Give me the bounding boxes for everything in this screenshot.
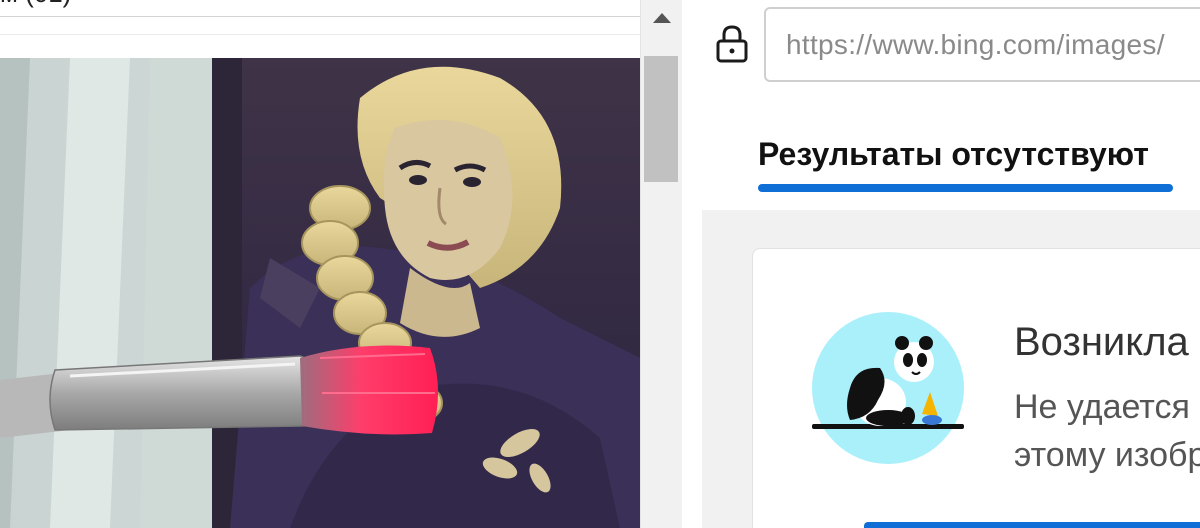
results-tabs: Результаты отсутствуют <box>702 100 1200 210</box>
preview-image[interactable] <box>0 58 640 528</box>
preview-title: м (01) <box>0 0 71 9</box>
url-text[interactable]: https://www.bing.com/images/ <box>786 29 1165 61</box>
photo-illustration <box>0 58 640 528</box>
divider <box>0 16 640 17</box>
tab-no-results[interactable]: Результаты отсутствуют <box>758 136 1149 173</box>
scroll-up-arrow-icon[interactable] <box>641 0 683 36</box>
vertical-scrollbar[interactable] <box>640 0 682 528</box>
address-bar[interactable]: https://www.bing.com/images/ <box>764 7 1200 82</box>
scroll-thumb[interactable] <box>644 56 678 182</box>
panda-illustration <box>810 310 966 466</box>
active-tab-indicator <box>758 184 1173 192</box>
error-message-line2: этому изобр <box>1014 436 1200 474</box>
address-bar-area: https://www.bing.com/images/ <box>682 0 1200 100</box>
divider <box>0 34 640 35</box>
error-title: Возникла <box>1014 320 1189 364</box>
retry-button[interactable] <box>864 522 1200 528</box>
image-preview-pane: м (01) <box>0 0 640 528</box>
lock-icon[interactable] <box>715 25 749 63</box>
error-message-line1: Не удается <box>1014 388 1190 426</box>
